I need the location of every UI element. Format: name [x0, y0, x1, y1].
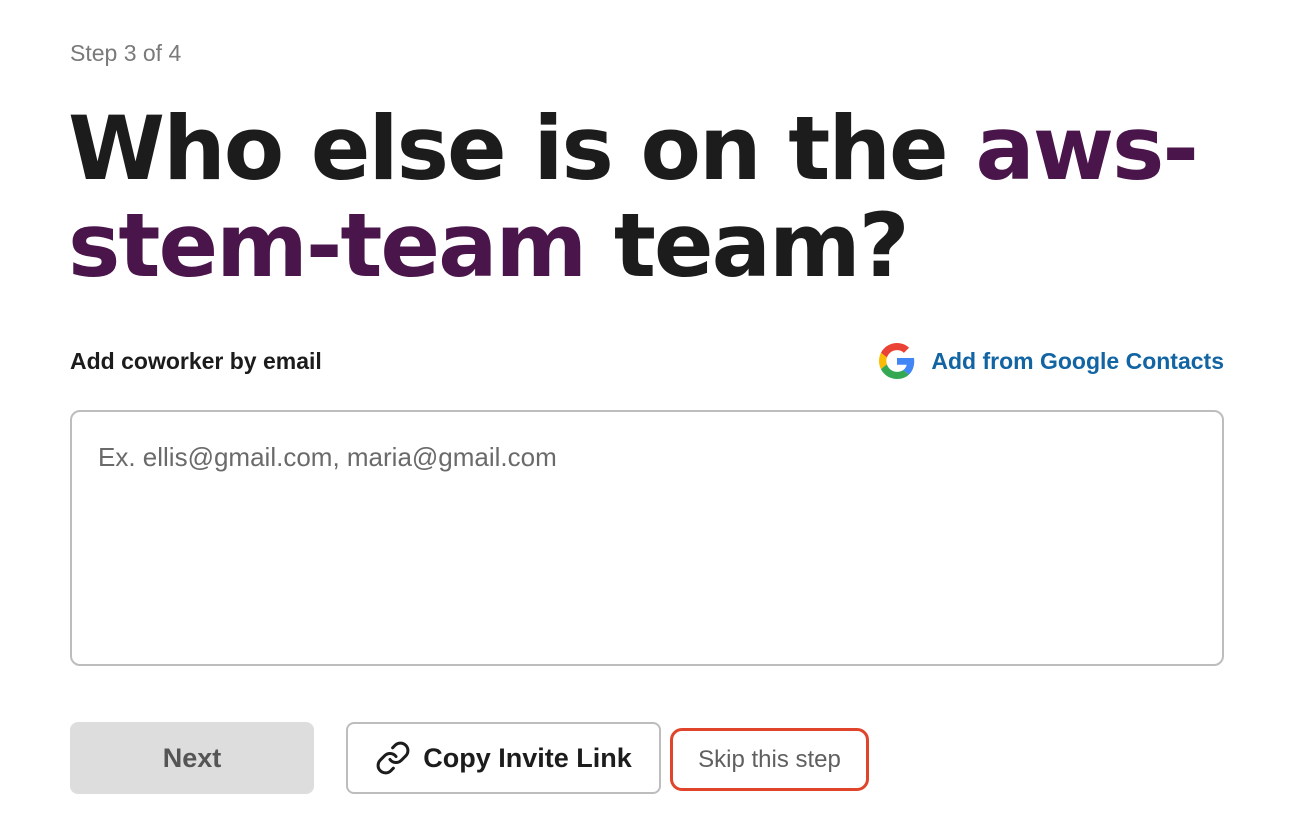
page-title: Who else is on the aws-stem-team team?: [68, 100, 1238, 294]
add-coworker-label: Add coworker by email: [70, 347, 322, 374]
next-button[interactable]: Next: [70, 722, 314, 794]
title-suffix: team?: [585, 194, 910, 297]
copy-invite-link-label: Copy Invite Link: [423, 742, 632, 773]
link-icon: [375, 740, 411, 776]
coworker-email-field[interactable]: [70, 410, 1224, 666]
next-button-label: Next: [162, 742, 222, 773]
step-indicator: Step 3 of 4: [70, 40, 182, 66]
google-contacts-label: Add from Google Contacts: [931, 347, 1224, 374]
skip-step-button[interactable]: Skip this step: [670, 728, 869, 791]
email-label-row: Add coworker by email Add from Google Co…: [70, 340, 1224, 382]
skip-step-label: Skip this step: [698, 745, 841, 773]
title-prefix: Who else is on the: [68, 97, 976, 200]
google-contacts-link[interactable]: Add from Google Contacts: [879, 343, 1224, 379]
copy-invite-link-button[interactable]: Copy Invite Link: [346, 722, 661, 794]
google-icon: [879, 343, 915, 379]
